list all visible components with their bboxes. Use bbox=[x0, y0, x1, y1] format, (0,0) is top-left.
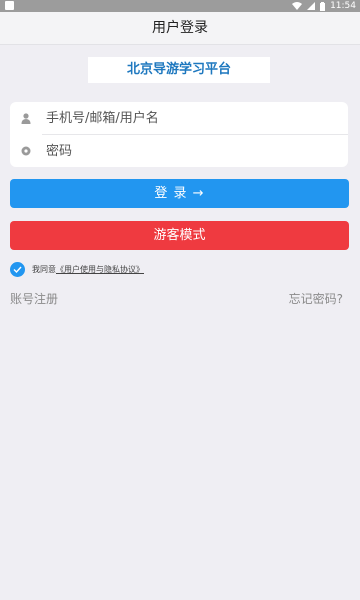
status-icons: 11:54 bbox=[292, 0, 356, 12]
username-row bbox=[10, 102, 348, 134]
password-row bbox=[10, 135, 348, 167]
page-title: 用户登录 bbox=[152, 20, 208, 36]
forgot-password-link[interactable]: 忘记密码? bbox=[289, 290, 343, 307]
user-icon bbox=[10, 102, 42, 134]
login-button[interactable]: 登 录 → bbox=[10, 179, 349, 208]
agreement-link[interactable]: 《用户使用与隐私协议》 bbox=[56, 264, 144, 275]
lock-icon bbox=[10, 135, 42, 167]
wifi-icon bbox=[292, 2, 303, 10]
agreement-prefix: 我同意 bbox=[32, 264, 56, 274]
login-form bbox=[10, 102, 348, 167]
agreement-row: 我同意 《用户使用与隐私协议》 bbox=[10, 260, 144, 278]
signal-icon bbox=[307, 2, 316, 10]
app-notification-icon bbox=[5, 1, 14, 10]
agreement-checkbox[interactable] bbox=[10, 261, 25, 277]
guest-mode-button[interactable]: 游客模式 bbox=[10, 221, 349, 250]
app-header: 用户登录 bbox=[0, 12, 360, 45]
username-input[interactable] bbox=[42, 103, 336, 133]
password-input[interactable] bbox=[42, 136, 336, 166]
register-link[interactable]: 账号注册 bbox=[10, 290, 58, 307]
brand-title: 北京导游学习平台 bbox=[88, 57, 270, 83]
status-bar: 11:54 bbox=[0, 0, 360, 12]
status-time: 11:54 bbox=[330, 1, 356, 11]
battery-icon bbox=[320, 1, 326, 11]
check-icon bbox=[13, 266, 22, 273]
